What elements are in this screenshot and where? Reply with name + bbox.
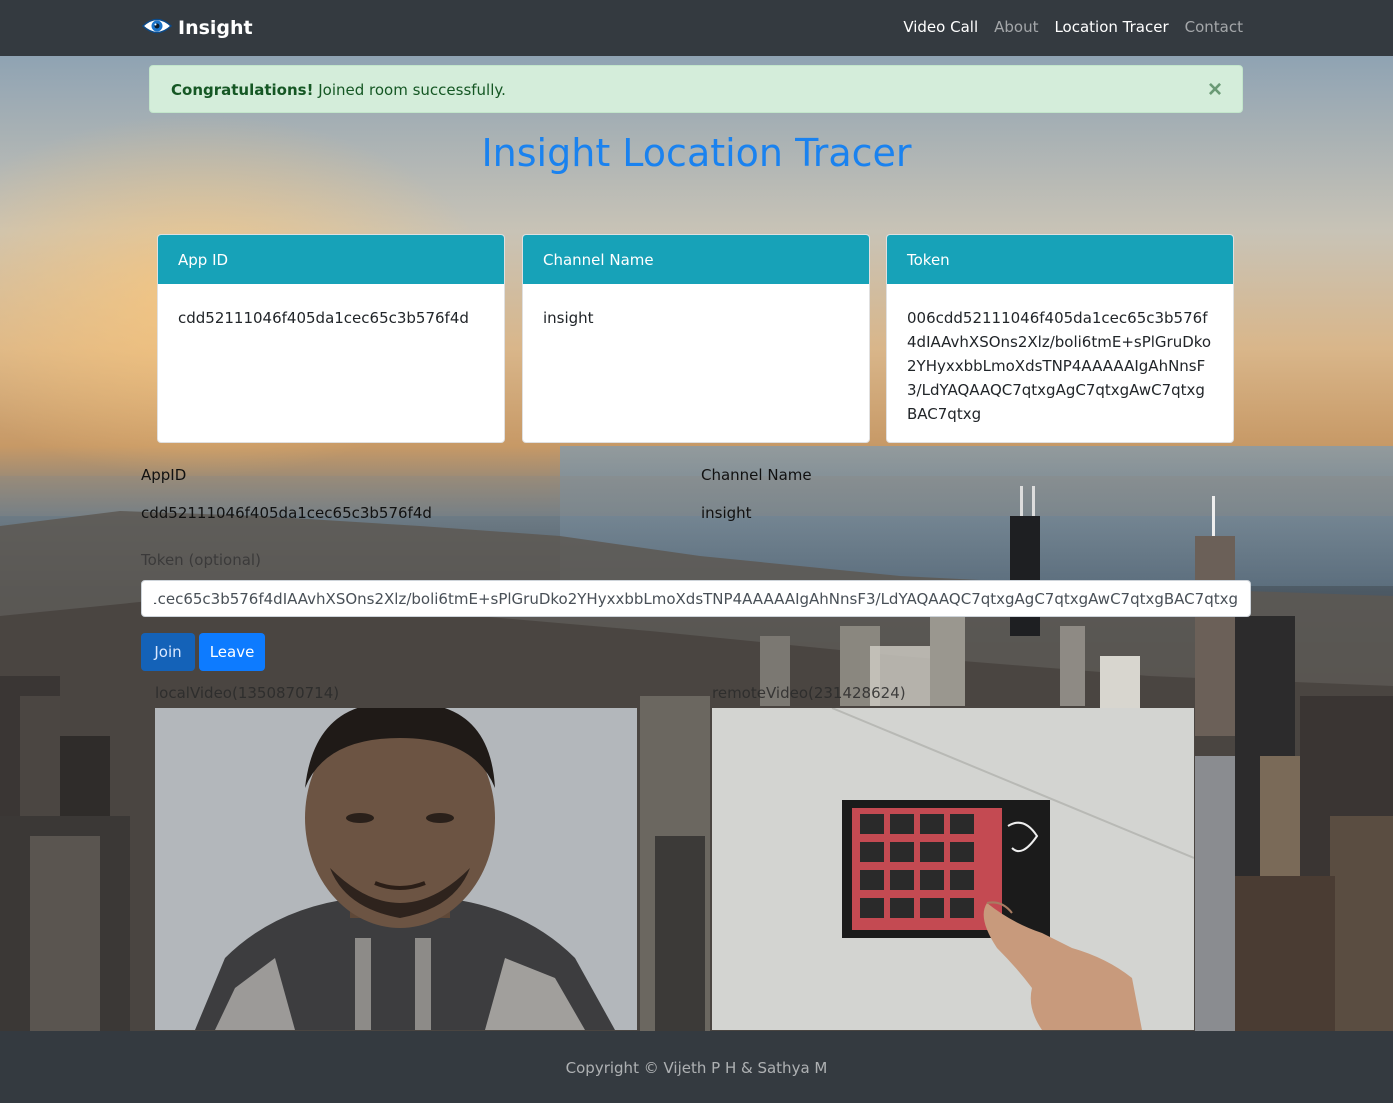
alert-strong: Congratulations! xyxy=(171,81,314,99)
brand-name: Insight xyxy=(178,17,253,39)
card-body: 006cdd52111046f405da1cec65c3b576f4dIAAvh… xyxy=(907,309,1212,423)
brand-link[interactable]: Insight xyxy=(141,14,253,42)
alert-close-button[interactable]: × xyxy=(1208,76,1222,104)
nav-links: Video Call About Location Tracer Contact xyxy=(903,18,1243,36)
nav-link-location-tracer[interactable]: Location Tracer xyxy=(1054,18,1168,36)
success-alert: Congratulations! Joined room successfull… xyxy=(149,65,1243,113)
channel-name-label: Channel Name xyxy=(701,466,812,484)
card-body: cdd52111046f405da1cec65c3b576f4d xyxy=(178,309,469,327)
channel-name-card: Channel Name insight xyxy=(522,234,870,443)
local-video-caption: localVideo(1350870714) xyxy=(155,684,340,702)
alert-message: Congratulations! Joined room successfull… xyxy=(171,81,506,99)
token-input[interactable] xyxy=(141,580,1251,617)
footer: Copyright © Vijeth P H & Sathya M xyxy=(0,1031,1393,1103)
remote-video xyxy=(712,708,1194,1030)
appid-label: AppID xyxy=(141,466,187,484)
remote-video-caption: remoteVideo(231428624) xyxy=(712,684,906,702)
join-button[interactable]: Join xyxy=(141,633,195,671)
token-label: Token (optional) xyxy=(141,551,261,569)
appid-value: cdd52111046f405da1cec65c3b576f4d xyxy=(141,504,432,522)
local-video xyxy=(155,708,637,1030)
nav-link-video-call[interactable]: Video Call xyxy=(903,18,978,36)
app-id-card: App ID cdd52111046f405da1cec65c3b576f4d xyxy=(157,234,505,443)
leave-button[interactable]: Leave xyxy=(199,633,265,671)
nav-link-about[interactable]: About xyxy=(994,18,1038,36)
channel-name-value: insight xyxy=(701,504,752,522)
token-card: Token 006cdd52111046f405da1cec65c3b576f4… xyxy=(886,234,1234,443)
card-header: Token xyxy=(887,235,1233,284)
navbar: Insight Video Call About Location Tracer… xyxy=(0,0,1393,56)
person-silhouette-icon xyxy=(155,708,637,1030)
alert-text: Joined room successfully. xyxy=(318,81,506,99)
copyright-text: Copyright © Vijeth P H & Sathya M xyxy=(565,1059,828,1077)
card-header: Channel Name xyxy=(523,235,869,284)
nav-link-contact[interactable]: Contact xyxy=(1185,18,1243,36)
book-held-icon xyxy=(712,708,1194,1030)
page-title: Insight Location Tracer xyxy=(481,131,912,175)
card-header: App ID xyxy=(158,235,504,284)
card-body: insight xyxy=(543,309,594,327)
eye-logo-icon xyxy=(141,17,173,40)
